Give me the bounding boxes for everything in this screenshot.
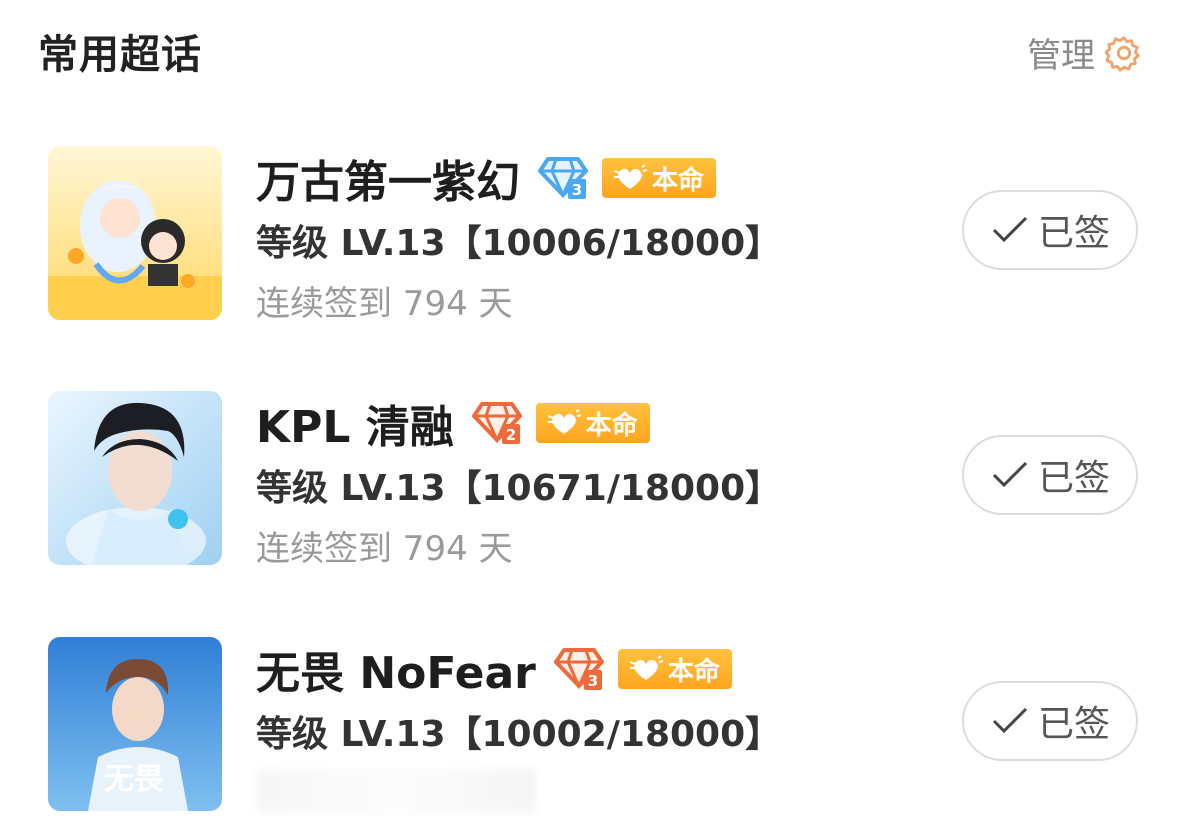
gear-icon xyxy=(1105,35,1140,72)
manage-label: 管理 xyxy=(1027,36,1095,76)
checkin-label: 已签 xyxy=(1037,704,1110,745)
list-item[interactable]: KPL 清融 2 本命 等级 LV.13【10671/18000】 连续签到 7… xyxy=(48,391,1138,569)
streak-text: 连续签到 794 天 xyxy=(256,284,513,324)
fate-badge: 本命 xyxy=(535,403,650,443)
topic-name[interactable]: KPL 清融 xyxy=(256,391,454,455)
topic-name[interactable]: 无畏 NoFear xyxy=(256,637,536,701)
heart-wings-icon xyxy=(613,164,648,189)
list-item[interactable]: 无畏 无畏 NoFear 3 本命 等级 LV.13【10002/18000】 xyxy=(48,637,1138,813)
blue-diamond-level-3-icon: 3 xyxy=(538,157,588,199)
svg-text:3: 3 xyxy=(588,672,598,690)
fate-label: 本命 xyxy=(652,165,705,196)
checkin-label: 已签 xyxy=(1037,458,1110,499)
streak-text: 连续签到 794 天 xyxy=(256,529,513,569)
fate-badge: 本命 xyxy=(617,649,732,689)
checkmark-icon xyxy=(992,216,1028,243)
orange-diamond-level-3-icon: 3 xyxy=(553,648,604,690)
level-text: 等级 LV.13【10002/18000】 xyxy=(256,714,782,755)
svg-text:无畏: 无畏 xyxy=(104,762,164,797)
list-item[interactable]: 万古第一紫幻 3 本命 等级 LV.13【10006/18000】 连续签到 7… xyxy=(48,146,1138,324)
checkin-label: 已签 xyxy=(1037,213,1110,254)
checked-in-button[interactable]: 已签 xyxy=(962,435,1138,515)
avatar[interactable] xyxy=(48,146,222,320)
heart-wings-icon xyxy=(547,409,581,434)
level-text: 等级 LV.13【10006/18000】 xyxy=(256,223,782,264)
svg-text:3: 3 xyxy=(572,181,582,199)
avatar[interactable]: 无畏 xyxy=(48,637,222,811)
manage-button[interactable]: 管理 xyxy=(1027,28,1143,77)
blurred-streak xyxy=(256,769,536,813)
heart-wings-icon xyxy=(629,655,664,680)
topic-name[interactable]: 万古第一紫幻 xyxy=(256,146,520,210)
orange-diamond-level-2-icon: 2 xyxy=(471,402,522,444)
fate-label: 本命 xyxy=(667,656,720,687)
checkmark-icon xyxy=(992,707,1028,734)
level-text: 等级 LV.13【10671/18000】 xyxy=(256,468,782,509)
fate-label: 本命 xyxy=(585,410,638,441)
checkmark-icon xyxy=(992,461,1028,488)
page-title: 常用超话 xyxy=(38,32,202,78)
svg-text:2: 2 xyxy=(505,426,515,444)
checked-in-button[interactable]: 已签 xyxy=(962,190,1138,270)
checked-in-button[interactable]: 已签 xyxy=(962,681,1138,761)
fate-badge: 本命 xyxy=(602,158,717,198)
avatar[interactable] xyxy=(48,391,222,565)
